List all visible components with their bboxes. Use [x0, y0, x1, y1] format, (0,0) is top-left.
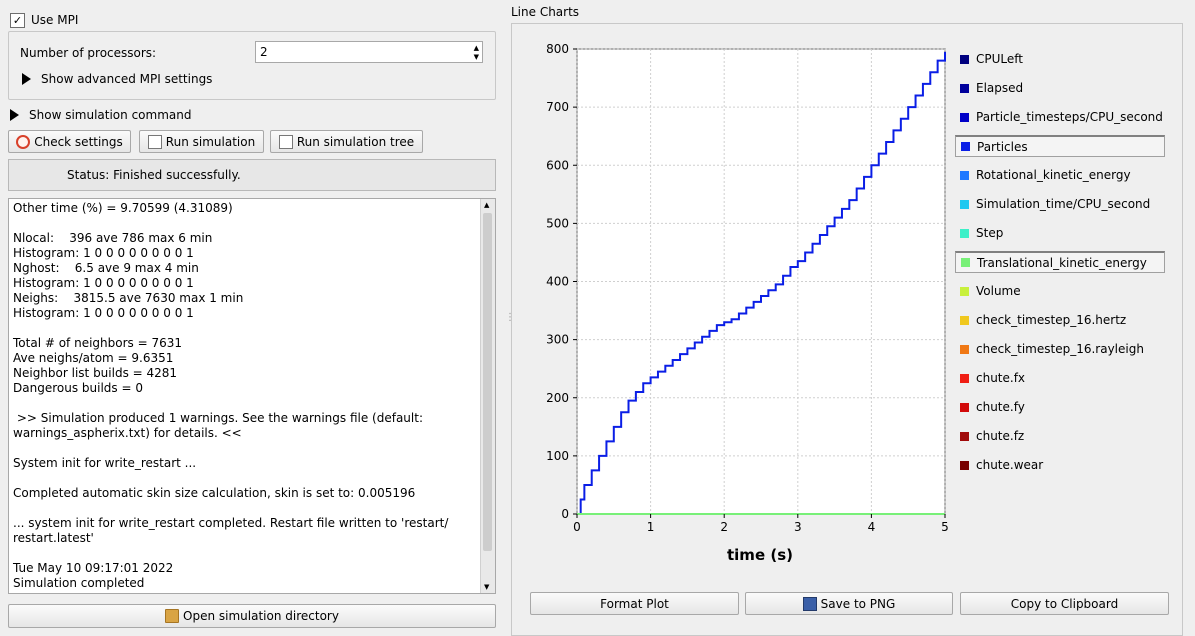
- status-text: Status: Finished successfully.: [67, 168, 241, 182]
- legend-item[interactable]: check_timestep_16.rayleigh: [955, 338, 1165, 360]
- legend-item[interactable]: Simulation_time/CPU_second: [955, 193, 1165, 215]
- legend-swatch: [961, 142, 970, 151]
- check-settings-button[interactable]: Check settings: [8, 130, 131, 153]
- legend-item[interactable]: chute.fx: [955, 367, 1165, 389]
- legend-label: chute.fz: [976, 429, 1025, 443]
- x-axis-label: time (s): [727, 546, 793, 564]
- legend-label: Volume: [976, 284, 1021, 298]
- format-plot-button[interactable]: Format Plot: [530, 592, 739, 615]
- use-mpi-label: Use MPI: [31, 13, 79, 27]
- adv-mpi-toggle[interactable]: Show advanced MPI settings: [22, 72, 212, 86]
- check-settings-icon: [16, 134, 31, 149]
- scroll-down-icon[interactable]: ▼: [484, 583, 489, 591]
- legend-label: Particles: [977, 139, 1028, 154]
- legend-item[interactable]: Translational_kinetic_energy: [955, 251, 1165, 273]
- folder-icon: [165, 609, 180, 623]
- legend-label: Simulation_time/CPU_second: [976, 197, 1151, 211]
- save-png-button[interactable]: Save to PNG: [745, 592, 953, 615]
- legend-label: Elapsed: [976, 81, 1024, 95]
- legend-label: check_timestep_16.rayleigh: [976, 342, 1144, 356]
- y-tick-label: 300: [546, 333, 569, 347]
- legend-swatch: [961, 258, 970, 267]
- legend-swatch: [960, 170, 969, 180]
- legend-swatch: [960, 228, 969, 238]
- sim-cmd-toggle[interactable]: Show simulation command: [10, 108, 191, 122]
- adv-mpi-label: Show advanced MPI settings: [41, 72, 213, 86]
- line-chart: 0 1 2 3 4 5 0 100 200 300 400 500 600 700 800 time (s): [546, 42, 949, 564]
- log-scrollbar[interactable]: ▲ ▼: [480, 199, 495, 593]
- scroll-up-icon[interactable]: ▲: [484, 201, 489, 209]
- y-tick-label: 0: [561, 507, 569, 521]
- legend-swatch: [960, 460, 969, 470]
- x-tick-label: 5: [941, 520, 949, 534]
- mpi-settings-group: Number of processors: 2 ▲ ▼ Show advance…: [8, 31, 496, 100]
- x-tick-label: 2: [720, 520, 728, 534]
- legend-item[interactable]: chute.wear: [955, 454, 1165, 476]
- x-tick-label: 0: [573, 520, 581, 534]
- status-box: Status: Finished successfully.: [8, 159, 496, 191]
- run-simulation-button[interactable]: Run simulation: [139, 130, 264, 153]
- y-tick-label: 600: [546, 158, 569, 172]
- legend-swatch: [960, 54, 969, 64]
- x-tick-label: 1: [647, 520, 655, 534]
- num-proc-spinbox[interactable]: 2 ▲ ▼: [255, 41, 483, 63]
- legend-item[interactable]: Particles: [955, 135, 1165, 157]
- y-tick-label: 200: [546, 391, 569, 405]
- use-mpi-row: ✓ Use MPI: [10, 11, 78, 29]
- legend-swatch: [960, 431, 969, 441]
- legend-label: Particle_timesteps/CPU_second: [976, 110, 1163, 124]
- y-tick-label: 400: [546, 275, 569, 289]
- num-proc-value: 2: [260, 45, 268, 59]
- legend-swatch: [960, 112, 969, 122]
- legend-label: check_timestep_16.hertz: [976, 313, 1127, 327]
- log-text: Other time (%) = 9.70599 (4.31089) Nloca…: [13, 201, 449, 590]
- legend-item[interactable]: Step: [955, 222, 1165, 244]
- run-icon: [147, 134, 162, 149]
- legend-item[interactable]: Particle_timesteps/CPU_second: [955, 106, 1165, 128]
- legend-swatch: [960, 83, 969, 93]
- legend-item[interactable]: check_timestep_16.hertz: [955, 309, 1165, 331]
- legend-item[interactable]: chute.fz: [955, 425, 1165, 447]
- legend-label: Translational_kinetic_energy: [977, 255, 1147, 270]
- legend-swatch: [960, 286, 969, 296]
- legend-swatch: [960, 373, 969, 383]
- legend-item[interactable]: CPULeft: [955, 48, 1165, 70]
- legend-label: Step: [976, 226, 1004, 240]
- legend-swatch: [960, 402, 969, 412]
- save-icon: [802, 596, 817, 611]
- run-simulation-tree-button[interactable]: Run simulation tree: [270, 130, 423, 153]
- legend-item[interactable]: Rotational_kinetic_energy: [955, 164, 1165, 186]
- scroll-thumb[interactable]: [483, 213, 492, 551]
- legend-label: CPULeft: [976, 52, 1023, 66]
- legend-swatch: [960, 199, 969, 209]
- legend-swatch: [960, 315, 969, 325]
- copy-clipboard-button[interactable]: Copy to Clipboard: [960, 592, 1169, 615]
- run-tree-icon: [278, 134, 293, 149]
- panel-title: Line Charts: [511, 5, 580, 19]
- x-tick-label: 3: [794, 520, 802, 534]
- x-tick-label: 4: [868, 520, 876, 534]
- legend-swatch: [960, 344, 969, 354]
- num-proc-label: Number of processors:: [20, 46, 157, 60]
- expand-arrow-icon: [10, 109, 19, 121]
- legend-item[interactable]: chute.fy: [955, 396, 1165, 418]
- y-tick-label: 500: [546, 216, 569, 230]
- legend-item[interactable]: Volume: [955, 280, 1165, 302]
- y-tick-label: 700: [546, 100, 569, 114]
- legend-label: chute.fy: [976, 400, 1025, 414]
- sim-cmd-label: Show simulation command: [29, 108, 192, 122]
- use-mpi-checkbox[interactable]: ✓: [10, 12, 25, 28]
- legend-label: chute.wear: [976, 458, 1044, 472]
- y-tick-label: 800: [546, 42, 569, 56]
- legend-item[interactable]: Elapsed: [955, 77, 1165, 99]
- legend-label: chute.fx: [976, 371, 1026, 385]
- expand-arrow-icon: [22, 73, 31, 85]
- y-tick-label: 100: [546, 449, 569, 463]
- open-directory-button[interactable]: Open simulation directory: [8, 604, 496, 628]
- legend-label: Rotational_kinetic_energy: [976, 168, 1131, 182]
- spin-up-icon[interactable]: ▲: [474, 44, 479, 52]
- simulation-log[interactable]: Other time (%) = 9.70599 (4.31089) Nloca…: [8, 198, 496, 594]
- spin-down-icon[interactable]: ▼: [474, 53, 479, 61]
